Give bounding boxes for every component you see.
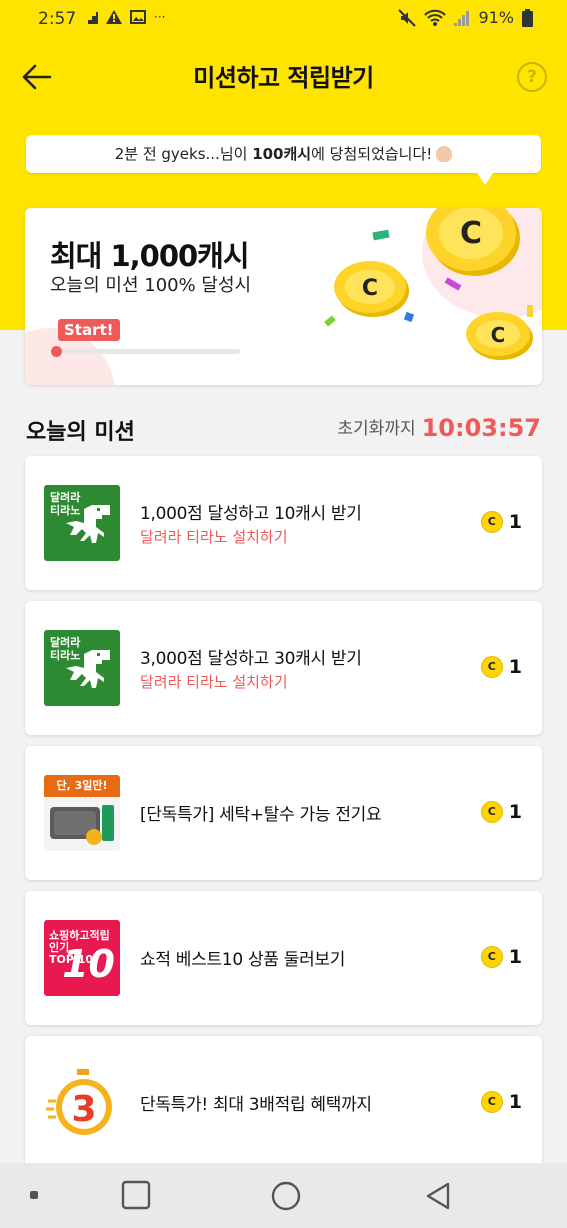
clap-emoji-icon: [436, 146, 453, 162]
mute-icon: [398, 8, 417, 27]
reward-amount: 1: [508, 656, 522, 678]
mission-description: 달려라 티라노 설치하기: [140, 528, 288, 546]
signal-icon: [454, 10, 470, 26]
max-reward-subtitle: 오늘의 미션 100% 달성시: [50, 275, 252, 296]
shopping-top10-thumbnail: 쇼핑하고적립 인기 TOP 10 10: [44, 920, 120, 996]
mission-title: 단독특가! 최대 3배적립 혜택까지: [140, 1095, 372, 1115]
menu-dot-icon[interactable]: [30, 1191, 40, 1201]
mission-card[interactable]: 달려라 티라노 3,000점 달성하고 30캐시 받기 달려라 티라노 설치하기…: [25, 601, 542, 735]
max-reward-title: 최대 1,000캐시: [50, 239, 250, 273]
mission-card[interactable]: 3 단독특가! 최대 3배적립 혜택까지 C 1: [25, 1036, 542, 1176]
svg-text:C: C: [362, 276, 378, 301]
image-icon: [130, 10, 146, 24]
progress-marker: [51, 346, 62, 357]
stopwatch-thumbnail: 3: [44, 1065, 120, 1141]
battery-percent: 91%: [478, 8, 514, 27]
dinosaur-icon: [66, 505, 110, 543]
dinosaur-icon: [66, 650, 110, 688]
coins-illustration: C C C: [324, 208, 533, 360]
mission-title: 쇼적 베스트10 상품 둘러보기: [140, 950, 346, 970]
reward-amount: 1: [508, 946, 522, 968]
mission-reward: C 1: [480, 511, 522, 533]
winner-notice-amount: 100캐시: [252, 145, 312, 163]
reset-label: 초기화까지: [337, 419, 416, 439]
mission-title: 3,000점 달성하고 30캐시 받기: [140, 649, 362, 669]
coin-icon: C: [480, 511, 503, 533]
winner-notice: 2분 전 gyeks...님이 100캐시에 당첨되었습니다!: [26, 135, 541, 185]
warning-icon: [106, 10, 122, 24]
mission-progress-bar: [55, 349, 240, 354]
reward-amount: 1: [508, 511, 522, 533]
recent-apps-icon[interactable]: [121, 1180, 151, 1210]
mission-title: 1,000점 달성하고 10캐시 받기: [140, 504, 362, 524]
reset-countdown: 초기화까지 10:03:57: [337, 414, 541, 442]
status-bar: 2:57 ··· 91%: [0, 0, 567, 38]
svg-text:C: C: [491, 323, 506, 347]
battery-icon: [522, 8, 533, 27]
top10-number: 10: [62, 942, 115, 986]
mission-card[interactable]: 단, 3일만! [단독특가] 세탁+탈수 가능 전기요 C 1: [25, 746, 542, 880]
reward-amount: 1: [508, 801, 522, 823]
mission-description: 달려라 티라노 설치하기: [140, 673, 288, 691]
stairs-icon: [84, 12, 98, 24]
blanket-icon: [50, 805, 114, 845]
reward-amount: 1: [508, 1091, 522, 1113]
thumbnail-label: 단, 3일만!: [44, 775, 120, 797]
coin-icon: C: [480, 656, 503, 678]
mission-reward: C 1: [480, 1091, 522, 1113]
system-navigation-bar: [0, 1163, 567, 1228]
svg-text:C: C: [460, 216, 482, 251]
mission-title: [단독특가] 세탁+탈수 가능 전기요: [140, 805, 382, 825]
status-time: 2:57: [38, 9, 77, 29]
max-reward-card: 최대 1,000캐시 오늘의 미션 100% 달성시 Start! C C C: [25, 208, 542, 385]
home-icon[interactable]: [270, 1180, 302, 1212]
mission-card[interactable]: 달려라 티라노 1,000점 달성하고 10캐시 받기 달려라 티라노 설치하기…: [25, 456, 542, 590]
electric-blanket-thumbnail: 단, 3일만!: [44, 775, 120, 851]
stopwatch-icon: 3: [46, 1069, 112, 1135]
winner-notice-prefix: 2분 전 gyeks...님이: [114, 145, 253, 163]
mission-reward: C 1: [480, 656, 522, 678]
status-notification-icons: ···: [84, 10, 165, 24]
tirano-game-thumbnail: 달려라 티라노: [44, 485, 120, 561]
more-notifications-icon: ···: [154, 10, 166, 24]
help-icon[interactable]: ?: [517, 62, 547, 92]
mission-reward: C 1: [480, 946, 522, 968]
page-title: 미션하고 적립받기: [193, 64, 374, 92]
winner-notice-suffix: 에 당첨되었습니다!: [311, 145, 433, 163]
status-system-icons: 91%: [398, 8, 533, 27]
mission-card[interactable]: 쇼핑하고적립 인기 TOP 10 10 쇼적 베스트10 상품 둘러보기 C 1: [25, 891, 542, 1025]
countdown-timer: 10:03:57: [421, 414, 541, 442]
coin-icon: C: [480, 1091, 503, 1113]
today-missions-title: 오늘의 미션: [26, 420, 135, 445]
progress-start-badge: Start!: [58, 319, 120, 341]
thumbnail-label: 3: [71, 1089, 96, 1130]
tirano-game-thumbnail: 달려라 티라노: [44, 630, 120, 706]
coin-icon: C: [480, 946, 503, 968]
back-nav-icon[interactable]: [424, 1180, 452, 1212]
wifi-icon: [424, 9, 447, 26]
coin-icon: C: [480, 801, 503, 823]
mission-reward: C 1: [480, 801, 522, 823]
